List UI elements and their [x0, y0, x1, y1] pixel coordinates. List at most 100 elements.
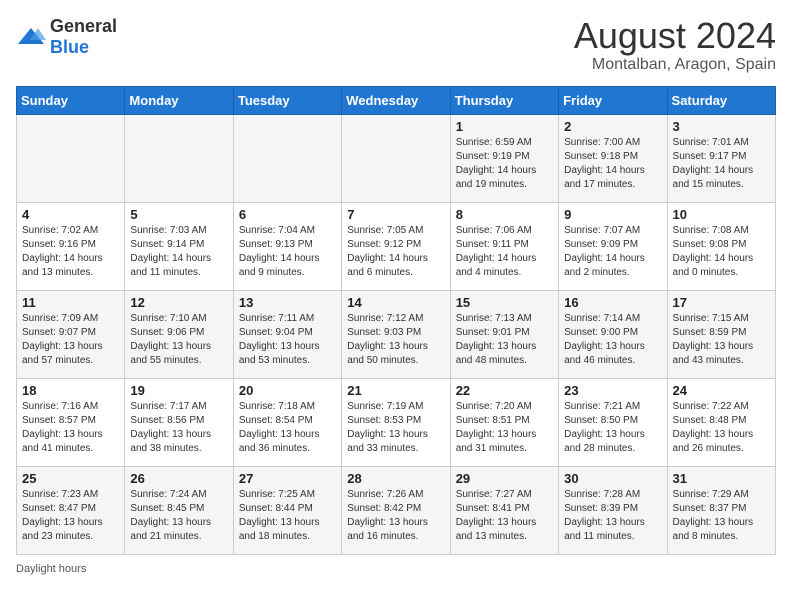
day-info: Sunrise: 6:59 AM Sunset: 9:19 PM Dayligh…	[456, 136, 553, 192]
day-info: Sunrise: 7:08 AM Sunset: 9:08 PM Dayligh…	[673, 224, 770, 280]
day-info: Sunrise: 7:25 AM Sunset: 8:44 PM Dayligh…	[239, 488, 336, 544]
calendar-cell	[342, 114, 450, 202]
day-number: 31	[673, 471, 770, 486]
day-info: Sunrise: 7:01 AM Sunset: 9:17 PM Dayligh…	[673, 136, 770, 192]
day-info: Sunrise: 7:03 AM Sunset: 9:14 PM Dayligh…	[130, 224, 227, 280]
day-number: 21	[347, 383, 444, 398]
day-number: 9	[564, 207, 661, 222]
calendar-cell: 1Sunrise: 6:59 AM Sunset: 9:19 PM Daylig…	[450, 114, 558, 202]
calendar-header-friday: Friday	[559, 86, 667, 114]
day-info: Sunrise: 7:07 AM Sunset: 9:09 PM Dayligh…	[564, 224, 661, 280]
calendar-cell: 15 Sunrise: 7:13 AM Sunset: 9:01 PM Dayli…	[450, 290, 558, 378]
calendar-cell: 7 Sunrise: 7:05 AM Sunset: 9:12 PM Daylig…	[342, 202, 450, 290]
day-number: 2	[564, 119, 661, 134]
calendar-cell: 30 Sunrise: 7:28 AM Sunset: 8:39 PM Dayli…	[559, 466, 667, 554]
calendar-header-tuesday: Tuesday	[233, 86, 341, 114]
day-number: 11	[22, 295, 119, 310]
calendar-cell: 28Sunrise: 7:26 AM Sunset: 8:42 PM Dayli…	[342, 466, 450, 554]
day-info: Sunrise: 7:02 AM Sunset: 9:16 PM Dayligh…	[22, 224, 119, 280]
calendar-header-wednesday: Wednesday	[342, 86, 450, 114]
day-info: Sunrise: 7:11 AM Sunset: 9:04 PM Dayligh…	[239, 312, 336, 368]
calendar-cell: 25 Sunrise: 7:23 AM Sunset: 8:47 PM Dayli…	[17, 466, 125, 554]
calendar-cell	[233, 114, 341, 202]
title-area: August 2024 Montalban, Aragon, Spain	[574, 16, 776, 74]
calendar-cell: 23Sunrise: 7:21 AM Sunset: 8:50 PM Dayli…	[559, 378, 667, 466]
calendar-week-row: 25 Sunrise: 7:23 AM Sunset: 8:47 PM Dayli…	[17, 466, 776, 554]
day-number: 10	[673, 207, 770, 222]
footer-note: Daylight hours	[16, 563, 776, 575]
calendar-cell	[125, 114, 233, 202]
day-number: 25	[22, 471, 119, 486]
day-info: Sunrise: 7:00 AM Sunset: 9:18 PM Dayligh…	[564, 136, 661, 192]
day-number: 14	[347, 295, 444, 310]
calendar-cell: 9 Sunrise: 7:07 AM Sunset: 9:09 PM Daylig…	[559, 202, 667, 290]
day-number: 8	[456, 207, 553, 222]
day-info: Sunrise: 7:22 AM Sunset: 8:48 PM Dayligh…	[673, 400, 770, 456]
calendar-table: SundayMondayTuesdayWednesdayThursdayFrid…	[16, 86, 776, 555]
calendar-cell: 11 Sunrise: 7:09 AM Sunset: 9:07 PM Dayli…	[17, 290, 125, 378]
day-info: Sunrise: 7:29 AM Sunset: 8:37 PM Dayligh…	[673, 488, 770, 544]
day-info: Sunrise: 7:24 AM Sunset: 8:45 PM Dayligh…	[130, 488, 227, 544]
day-info: Sunrise: 7:15 AM Sunset: 8:59 PM Dayligh…	[673, 312, 770, 368]
day-info: Sunrise: 7:17 AM Sunset: 8:56 PM Dayligh…	[130, 400, 227, 456]
day-number: 23	[564, 383, 661, 398]
calendar-cell: 4 Sunrise: 7:02 AM Sunset: 9:16 PM Daylig…	[17, 202, 125, 290]
calendar-cell: 22Sunrise: 7:20 AM Sunset: 8:51 PM Dayli…	[450, 378, 558, 466]
day-number: 27	[239, 471, 336, 486]
calendar-cell: 16 Sunrise: 7:14 AM Sunset: 9:00 PM Dayli…	[559, 290, 667, 378]
day-number: 4	[22, 207, 119, 222]
logo-general: General	[50, 16, 117, 36]
day-number: 3	[673, 119, 770, 134]
calendar-cell: 6Sunrise: 7:04 AM Sunset: 9:13 PM Daylig…	[233, 202, 341, 290]
calendar-cell: 17 Sunrise: 7:15 AM Sunset: 8:59 PM Dayli…	[667, 290, 775, 378]
calendar-cell: 19 Sunrise: 7:17 AM Sunset: 8:56 PM Dayli…	[125, 378, 233, 466]
calendar-cell: 29 Sunrise: 7:27 AM Sunset: 8:41 PM Dayli…	[450, 466, 558, 554]
calendar-cell: 31 Sunrise: 7:29 AM Sunset: 8:37 PM Dayli…	[667, 466, 775, 554]
day-info: Sunrise: 7:28 AM Sunset: 8:39 PM Dayligh…	[564, 488, 661, 544]
day-info: Sunrise: 7:13 AM Sunset: 9:01 PM Dayligh…	[456, 312, 553, 368]
logo-icon	[16, 26, 46, 48]
calendar-cell: 24 Sunrise: 7:22 AM Sunset: 8:48 PM Dayli…	[667, 378, 775, 466]
day-number: 22	[456, 383, 553, 398]
day-number: 20	[239, 383, 336, 398]
day-info: Sunrise: 7:18 AM Sunset: 8:54 PM Dayligh…	[239, 400, 336, 456]
day-info: Sunrise: 7:14 AM Sunset: 9:00 PM Dayligh…	[564, 312, 661, 368]
day-number: 15	[456, 295, 553, 310]
day-info: Sunrise: 7:27 AM Sunset: 8:41 PM Dayligh…	[456, 488, 553, 544]
calendar-cell: 27 Sunrise: 7:25 AM Sunset: 8:44 PM Dayli…	[233, 466, 341, 554]
calendar-cell	[17, 114, 125, 202]
day-number: 24	[673, 383, 770, 398]
calendar-cell: 2 Sunrise: 7:00 AM Sunset: 9:18 PM Daylig…	[559, 114, 667, 202]
calendar-cell: 20 Sunrise: 7:18 AM Sunset: 8:54 PM Dayli…	[233, 378, 341, 466]
day-number: 17	[673, 295, 770, 310]
calendar-cell: 21Sunrise: 7:19 AM Sunset: 8:53 PM Dayli…	[342, 378, 450, 466]
calendar-header-sunday: Sunday	[17, 86, 125, 114]
calendar-cell: 5Sunrise: 7:03 AM Sunset: 9:14 PM Daylig…	[125, 202, 233, 290]
day-info: Sunrise: 7:12 AM Sunset: 9:03 PM Dayligh…	[347, 312, 444, 368]
calendar-cell: 10 Sunrise: 7:08 AM Sunset: 9:08 PM Dayli…	[667, 202, 775, 290]
calendar-cell: 18Sunrise: 7:16 AM Sunset: 8:57 PM Dayli…	[17, 378, 125, 466]
day-info: Sunrise: 7:23 AM Sunset: 8:47 PM Dayligh…	[22, 488, 119, 544]
day-number: 6	[239, 207, 336, 222]
calendar-week-row: 1Sunrise: 6:59 AM Sunset: 9:19 PM Daylig…	[17, 114, 776, 202]
calendar-cell: 13Sunrise: 7:11 AM Sunset: 9:04 PM Dayli…	[233, 290, 341, 378]
day-info: Sunrise: 7:10 AM Sunset: 9:06 PM Dayligh…	[130, 312, 227, 368]
logo: General Blue	[16, 16, 117, 58]
day-info: Sunrise: 7:09 AM Sunset: 9:07 PM Dayligh…	[22, 312, 119, 368]
calendar-header-monday: Monday	[125, 86, 233, 114]
day-number: 19	[130, 383, 227, 398]
day-info: Sunrise: 7:05 AM Sunset: 9:12 PM Dayligh…	[347, 224, 444, 280]
day-number: 7	[347, 207, 444, 222]
calendar-cell: 8Sunrise: 7:06 AM Sunset: 9:11 PM Daylig…	[450, 202, 558, 290]
calendar-week-row: 11 Sunrise: 7:09 AM Sunset: 9:07 PM Dayli…	[17, 290, 776, 378]
day-number: 29	[456, 471, 553, 486]
calendar-header-row: SundayMondayTuesdayWednesdayThursdayFrid…	[17, 86, 776, 114]
calendar-cell: 12Sunrise: 7:10 AM Sunset: 9:06 PM Dayli…	[125, 290, 233, 378]
calendar-cell: 3 Sunrise: 7:01 AM Sunset: 9:17 PM Daylig…	[667, 114, 775, 202]
day-info: Sunrise: 7:16 AM Sunset: 8:57 PM Dayligh…	[22, 400, 119, 456]
calendar-week-row: 18Sunrise: 7:16 AM Sunset: 8:57 PM Dayli…	[17, 378, 776, 466]
day-number: 16	[564, 295, 661, 310]
header: General Blue August 2024 Montalban, Arag…	[16, 16, 776, 74]
day-number: 30	[564, 471, 661, 486]
calendar-header-saturday: Saturday	[667, 86, 775, 114]
